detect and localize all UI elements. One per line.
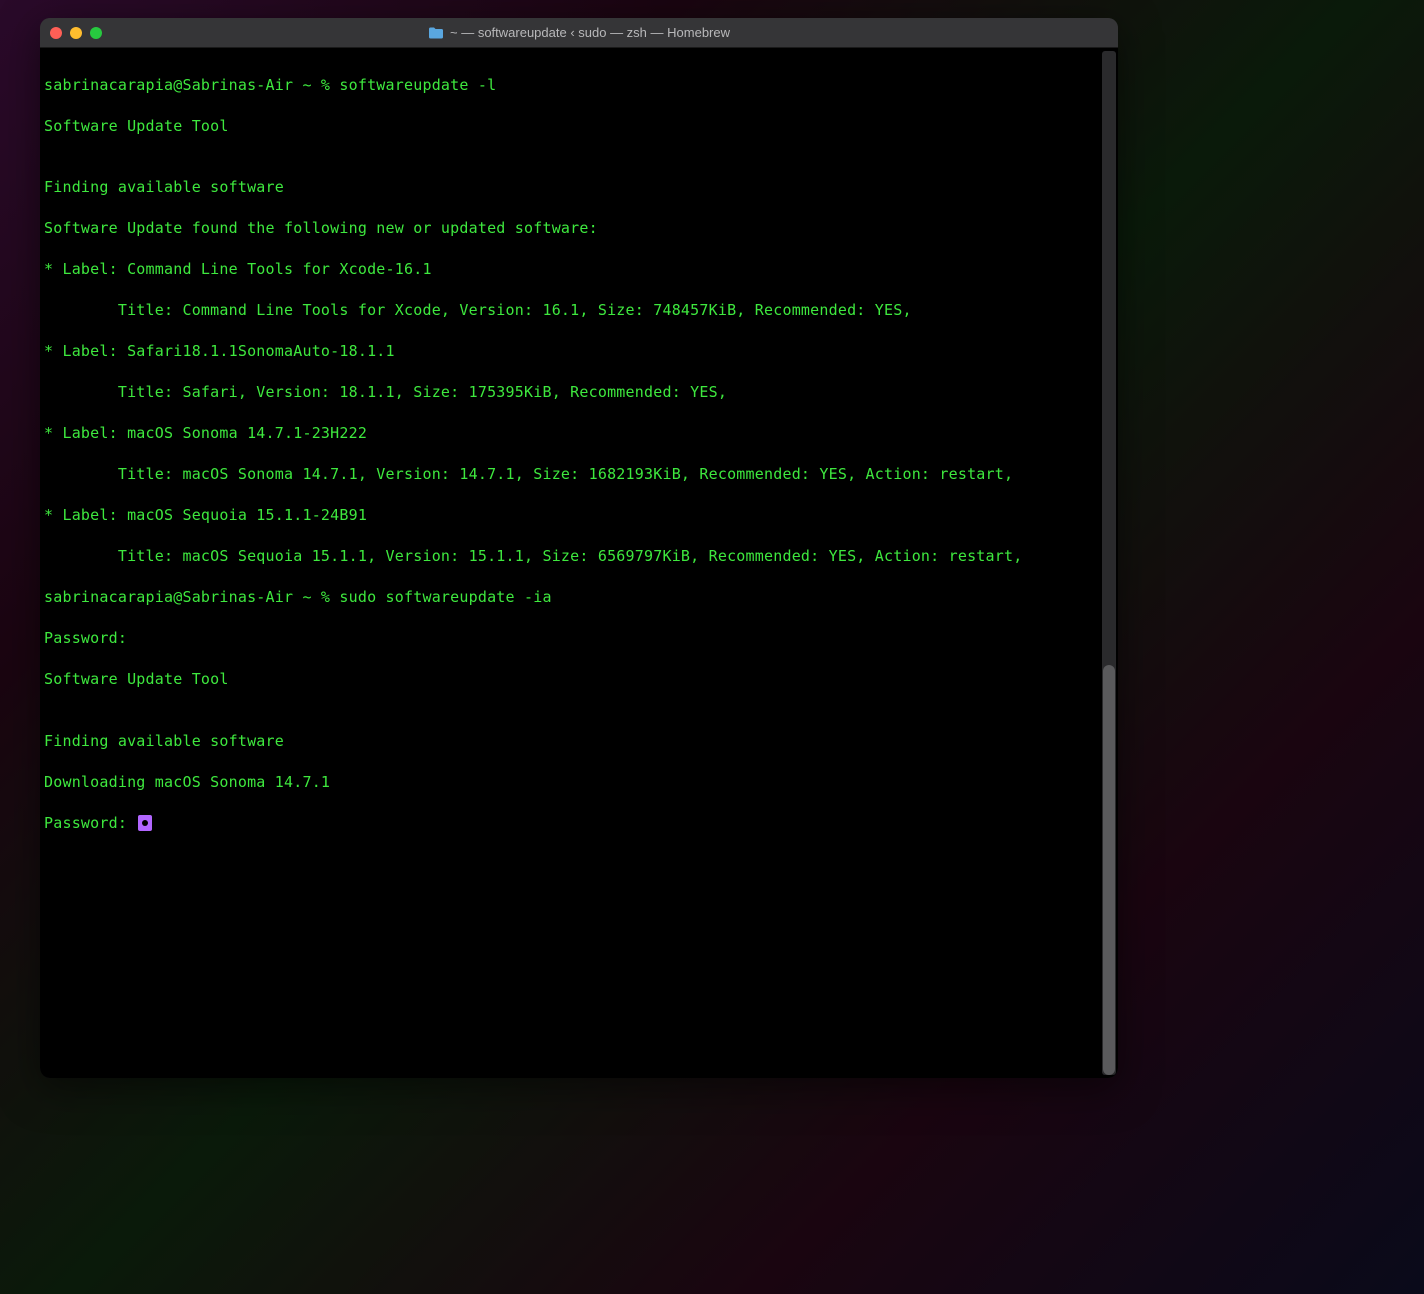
terminal-line: Software Update found the following new … (44, 218, 1114, 239)
minimize-button[interactable] (70, 27, 82, 39)
terminal-line: Software Update Tool (44, 669, 1114, 690)
window-title: ~ — softwareupdate ‹ sudo — zsh — Homebr… (450, 25, 730, 40)
terminal-line: sabrinacarapia@Sabrinas-Air ~ % software… (44, 75, 1114, 96)
folder-icon (428, 27, 444, 39)
terminal-line: sabrinacarapia@Sabrinas-Air ~ % sudo sof… (44, 587, 1114, 608)
terminal-line: Software Update Tool (44, 116, 1114, 137)
terminal-line: * Label: Safari18.1.1SonomaAuto-18.1.1 (44, 341, 1114, 362)
terminal-line: Finding available software (44, 731, 1114, 752)
terminal-line: * Label: Command Line Tools for Xcode-16… (44, 259, 1114, 280)
terminal-line: * Label: macOS Sonoma 14.7.1-23H222 (44, 423, 1114, 444)
terminal-line: Title: Command Line Tools for Xcode, Ver… (44, 300, 1114, 321)
terminal-window: ~ — softwareupdate ‹ sudo — zsh — Homebr… (40, 18, 1118, 1078)
key-icon (138, 815, 152, 831)
scrollbar-track[interactable] (1102, 51, 1116, 1075)
terminal-line: * Label: macOS Sequoia 15.1.1-24B91 (44, 505, 1114, 526)
terminal-line: Title: macOS Sonoma 14.7.1, Version: 14.… (44, 464, 1114, 485)
terminal-line: Finding available software (44, 177, 1114, 198)
maximize-button[interactable] (90, 27, 102, 39)
terminal-line: Title: macOS Sequoia 15.1.1, Version: 15… (44, 546, 1114, 567)
scrollbar-thumb[interactable] (1103, 665, 1115, 1075)
terminal-line: Downloading macOS Sonoma 14.7.1 (44, 772, 1114, 793)
traffic-lights (50, 27, 102, 39)
terminal-output[interactable]: sabrinacarapia@Sabrinas-Air ~ % software… (40, 48, 1118, 1078)
password-prompt-label: Password: (44, 814, 136, 832)
password-prompt-line: Password: (44, 813, 1114, 834)
close-button[interactable] (50, 27, 62, 39)
terminal-line: Password: (44, 628, 1114, 649)
titlebar: ~ — softwareupdate ‹ sudo — zsh — Homebr… (40, 18, 1118, 48)
window-title-container: ~ — softwareupdate ‹ sudo — zsh — Homebr… (428, 25, 730, 40)
terminal-line: Title: Safari, Version: 18.1.1, Size: 17… (44, 382, 1114, 403)
